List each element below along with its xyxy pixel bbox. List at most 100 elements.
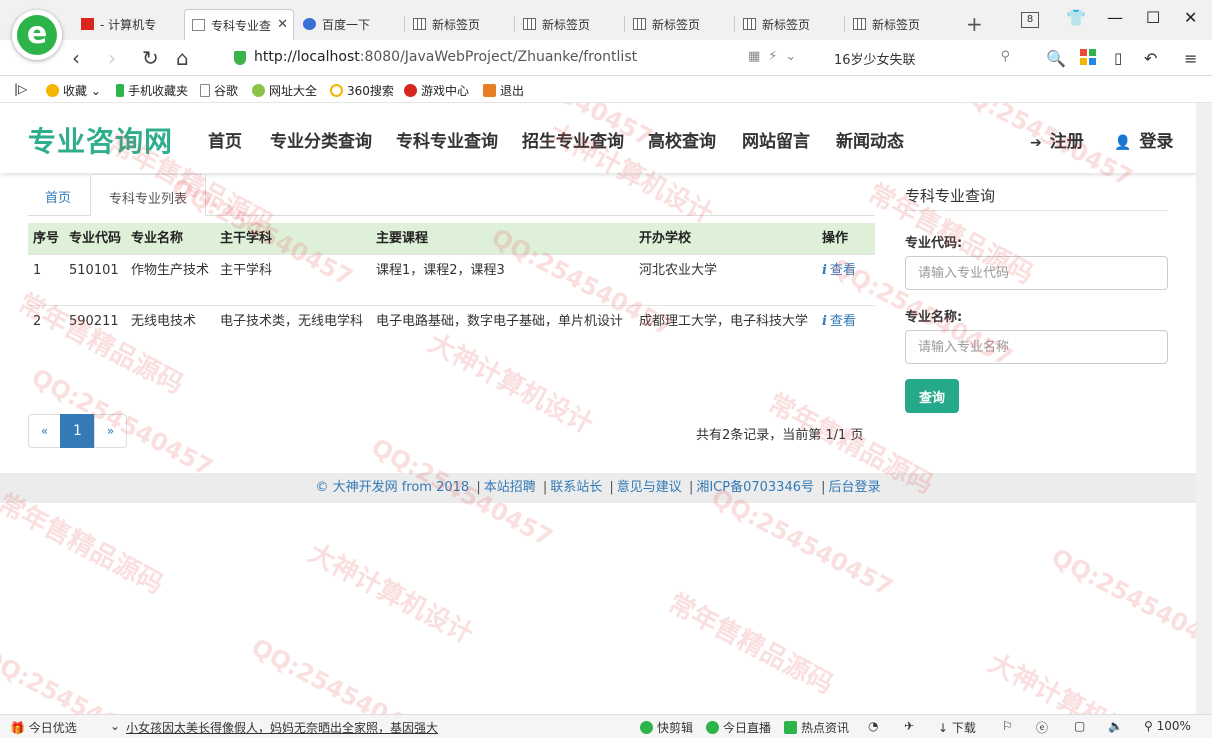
close-icon[interactable]: ✕: [277, 17, 288, 32]
pin-icon[interactable]: ✈: [904, 719, 914, 733]
tab-label: 新标签页: [652, 18, 701, 32]
live-item[interactable]: 今日直播: [706, 719, 771, 736]
site-footer: © 大神开发网 from 2018 | 本站招聘 | 联系站长 | 意见与建议 | 湘I…: [0, 473, 1196, 503]
register-link[interactable]: ➔ 注册: [1030, 127, 1084, 152]
favorites-item[interactable]: 网址大全: [252, 82, 317, 99]
chevron-down-icon[interactable]: ⌄: [110, 719, 120, 733]
query-button[interactable]: 查询: [905, 379, 959, 413]
cell-code: 510101: [64, 254, 126, 306]
nav-major-category[interactable]: 专业分类查询: [270, 127, 372, 152]
browser-e-small-icon[interactable]: ⓔ: [1036, 719, 1048, 736]
watermark: 大神计算机设计: [983, 648, 1158, 714]
vertical-scrollbar[interactable]: [1196, 103, 1212, 714]
hot-news-item[interactable]: 热点资讯: [784, 719, 849, 736]
footer-link-jobs[interactable]: 本站招聘: [484, 480, 536, 495]
browser-tab[interactable]: 新标签页: [736, 9, 846, 40]
maximize-button[interactable]: ☐: [1146, 8, 1160, 27]
browser-tab[interactable]: 新标签页: [846, 9, 956, 40]
browser-tab[interactable]: 新标签页: [516, 9, 626, 40]
undo-icon[interactable]: ↶: [1144, 49, 1162, 68]
nav-news[interactable]: 新闻动态: [836, 127, 904, 152]
view-link[interactable]: i 查看: [822, 263, 856, 278]
next-page-button[interactable]: »: [94, 414, 127, 448]
menu-icon[interactable]: ≡: [1184, 49, 1202, 68]
quick-edit-item[interactable]: 快剪辑: [640, 719, 693, 736]
download-item[interactable]: ↓ 下载: [938, 719, 976, 736]
sidebar-title: 专科专业查询: [905, 187, 996, 205]
news-ticker-link[interactable]: 小女孩因太美长得像假人，妈妈无奈晒出全家照，基因强大: [126, 719, 438, 736]
tab-junior-major-list[interactable]: 专科专业列表: [90, 174, 206, 216]
favorites-item[interactable]: 谷歌: [200, 82, 238, 99]
search-icon[interactable]: ⚲: [1000, 49, 1010, 64]
exit-icon: [483, 84, 496, 97]
favorites-item[interactable]: 退出: [483, 82, 524, 99]
login-link[interactable]: 👤 登录: [1114, 127, 1173, 152]
back-button[interactable]: ‹: [72, 46, 80, 70]
cell-subject: 主干学科: [215, 254, 371, 306]
major-code-input[interactable]: [905, 256, 1168, 290]
sidebar-toggle-icon[interactable]: |▷: [14, 82, 27, 96]
url-tools-icon[interactable]: ▦⚡⌄: [748, 49, 804, 64]
nav-home[interactable]: 首页: [208, 127, 242, 152]
footer-link-admin[interactable]: 后台登录: [829, 480, 881, 495]
globe-icon: [252, 84, 265, 97]
volume-icon[interactable]: 🔈: [1108, 719, 1123, 733]
home-button[interactable]: ⌂: [176, 46, 189, 70]
footer-link-icp[interactable]: 湘ICP备0703346号: [696, 480, 814, 495]
nav-junior-major[interactable]: 专科专业查询: [396, 127, 498, 152]
footer-divider: |: [542, 480, 548, 495]
tab-divider: [404, 16, 405, 32]
zoom-control[interactable]: ⚲ 100%: [1144, 719, 1191, 733]
favorites-item[interactable]: 游戏中心: [404, 82, 469, 99]
browser-search-input[interactable]: 16岁少女失联 ⚲: [826, 45, 1016, 71]
browser-tab[interactable]: - 计算机专: [74, 9, 184, 40]
shirt-icon[interactable]: 👕: [1066, 8, 1086, 27]
favorites-item[interactable]: 手机收藏夹: [116, 82, 188, 99]
watermark: QQ:254540457: [0, 643, 168, 714]
apps-icon[interactable]: [1080, 49, 1098, 67]
nav-guestbook[interactable]: 网站留言: [742, 127, 810, 152]
gift-icon: 🎁: [10, 721, 25, 735]
browser-tab[interactable]: 新标签页: [626, 9, 736, 40]
breadcrumb-tabs: 首页 专科专业列表: [28, 174, 875, 216]
browser-tab-active[interactable]: 专科专业查 ✕: [184, 9, 294, 40]
favorites-item[interactable]: 360搜索: [330, 82, 394, 99]
page-1-button[interactable]: 1: [60, 414, 95, 448]
flag-outline-icon[interactable]: ⚐: [1002, 719, 1013, 733]
view-link[interactable]: i 查看: [822, 314, 856, 329]
tab-counter[interactable]: 8: [1021, 12, 1039, 28]
cell-school: 成都理工大学，电子科技大学: [634, 305, 817, 357]
url-field[interactable]: http://localhost:8080/JavaWebProject/Zhu…: [226, 45, 816, 71]
major-name-input[interactable]: [905, 330, 1168, 364]
grid-icon: [743, 18, 756, 30]
prev-page-button[interactable]: «: [28, 414, 61, 448]
forward-button[interactable]: ›: [108, 46, 116, 70]
browser-tab[interactable]: 新标签页: [406, 9, 516, 40]
cell-courses: 课程1，课程2，课程3: [371, 254, 634, 306]
flag-icon: [81, 18, 94, 30]
favorites-star-item[interactable]: 收藏 ⌄: [46, 82, 101, 99]
nav-college[interactable]: 高校查询: [648, 127, 716, 152]
today-picks-item[interactable]: 🎁 今日优选: [10, 719, 77, 736]
speed-icon[interactable]: ◔: [868, 719, 878, 733]
info-icon: i: [822, 263, 827, 278]
table-header-row: 序号 专业代码 专业名称 主干学科 主要课程 开办学校 操作: [28, 223, 875, 255]
footer-link-contact[interactable]: 联系站长: [550, 480, 602, 495]
magnifier-icon[interactable]: 🔍: [1046, 49, 1066, 68]
browser-e-icon: e: [17, 15, 57, 55]
watermark: QQ:254540457: [1046, 543, 1196, 662]
tab-label: - 计算机专: [100, 18, 157, 32]
phone-icon[interactable]: ▯: [1114, 49, 1132, 67]
tab-home[interactable]: 首页: [28, 174, 88, 216]
minimize-button[interactable]: —: [1107, 8, 1123, 27]
site-logo[interactable]: 专业咨询网: [28, 120, 173, 160]
window-icon[interactable]: ▢: [1074, 719, 1085, 733]
new-tab-button[interactable]: +: [966, 12, 983, 36]
nav-enrollment-major[interactable]: 招生专业查询: [522, 127, 624, 152]
refresh-button[interactable]: ↻: [142, 46, 159, 70]
sign-in-icon: ➔: [1030, 135, 1042, 151]
browser-logo[interactable]: e: [12, 10, 62, 60]
browser-tab[interactable]: 百度一下: [296, 9, 406, 40]
footer-link-feedback[interactable]: 意见与建议: [617, 480, 682, 495]
window-close-button[interactable]: ✕: [1184, 8, 1197, 27]
